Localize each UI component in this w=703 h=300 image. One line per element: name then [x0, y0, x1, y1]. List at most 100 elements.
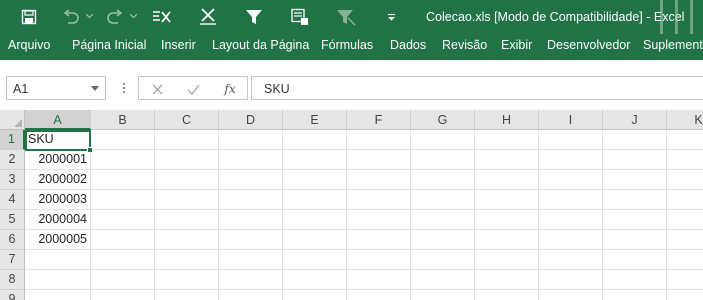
tab-suplementos[interactable]: Suplemento	[643, 38, 703, 52]
cell-i6[interactable]	[539, 230, 603, 250]
row-header-8[interactable]: 8	[0, 270, 25, 290]
cell-j9[interactable]	[603, 290, 667, 300]
cell-d7[interactable]	[219, 250, 283, 270]
cell-h3[interactable]	[475, 170, 539, 190]
undo-dropdown-icon[interactable]	[86, 12, 93, 19]
cell-b7[interactable]	[91, 250, 155, 270]
tab-revisao[interactable]: Revisão	[442, 38, 487, 52]
cell-f7[interactable]	[347, 250, 411, 270]
row-header-1[interactable]: 1	[0, 130, 25, 150]
form-icon[interactable]	[288, 6, 312, 28]
column-header-i[interactable]: I	[539, 110, 603, 130]
cell-k8[interactable]	[667, 270, 703, 290]
column-header-b[interactable]: B	[91, 110, 155, 130]
redo-icon[interactable]	[104, 6, 126, 28]
cell-e2[interactable]	[283, 150, 347, 170]
row-header-3[interactable]: 3	[0, 170, 25, 190]
cell-f6[interactable]	[347, 230, 411, 250]
cell-j8[interactable]	[603, 270, 667, 290]
cell-j6[interactable]	[603, 230, 667, 250]
cell-c6[interactable]	[155, 230, 219, 250]
row-header-4[interactable]: 4	[0, 190, 25, 210]
cell-j3[interactable]	[603, 170, 667, 190]
cell-h6[interactable]	[475, 230, 539, 250]
column-header-k[interactable]: K	[667, 110, 703, 130]
row-header-2[interactable]: 2	[0, 150, 25, 170]
cell-j2[interactable]	[603, 150, 667, 170]
tab-inserir[interactable]: Inserir	[161, 38, 196, 52]
column-header-g[interactable]: G	[411, 110, 475, 130]
cell-g6[interactable]	[411, 230, 475, 250]
cell-e5[interactable]	[283, 210, 347, 230]
cell-g1[interactable]	[411, 130, 475, 150]
tab-dados[interactable]: Dados	[390, 38, 426, 52]
cell-d6[interactable]	[219, 230, 283, 250]
cell-h4[interactable]	[475, 190, 539, 210]
cell-k9[interactable]	[667, 290, 703, 300]
cell-j4[interactable]	[603, 190, 667, 210]
tab-formulas[interactable]: Fórmulas	[321, 38, 373, 52]
tab-layout-da-pagina[interactable]: Layout da Página	[212, 38, 309, 52]
cell-b4[interactable]	[91, 190, 155, 210]
cell-c9[interactable]	[155, 290, 219, 300]
cell-e3[interactable]	[283, 170, 347, 190]
cell-c8[interactable]	[155, 270, 219, 290]
column-header-d[interactable]: D	[219, 110, 283, 130]
cell-j5[interactable]	[603, 210, 667, 230]
cell-b5[interactable]	[91, 210, 155, 230]
row-header-5[interactable]: 5	[0, 210, 25, 230]
formula-input[interactable]: SKU	[251, 76, 703, 100]
cell-k4[interactable]	[667, 190, 703, 210]
clear-filter-icon[interactable]	[150, 6, 174, 28]
filter-icon[interactable]	[242, 6, 266, 28]
cell-d4[interactable]	[219, 190, 283, 210]
filter-disabled-icon[interactable]	[334, 6, 358, 28]
cell-f8[interactable]	[347, 270, 411, 290]
cell-e7[interactable]	[283, 250, 347, 270]
cell-g5[interactable]	[411, 210, 475, 230]
cell-h5[interactable]	[475, 210, 539, 230]
cell-a2[interactable]: 2000001	[25, 150, 91, 170]
cell-d3[interactable]	[219, 170, 283, 190]
cell-h1[interactable]	[475, 130, 539, 150]
tab-pagina-inicial[interactable]: Página Inicial	[72, 38, 146, 52]
row-header-6[interactable]: 6	[0, 230, 25, 250]
cell-f9[interactable]	[347, 290, 411, 300]
cell-g9[interactable]	[411, 290, 475, 300]
cell-g2[interactable]	[411, 150, 475, 170]
cell-a6[interactable]: 2000005	[25, 230, 91, 250]
cell-d5[interactable]	[219, 210, 283, 230]
cell-f5[interactable]	[347, 210, 411, 230]
cell-a4[interactable]: 2000003	[25, 190, 91, 210]
cell-i2[interactable]	[539, 150, 603, 170]
cell-e4[interactable]	[283, 190, 347, 210]
cell-e8[interactable]	[283, 270, 347, 290]
cell-k6[interactable]	[667, 230, 703, 250]
advanced-filter-icon[interactable]	[196, 6, 220, 28]
cell-c3[interactable]	[155, 170, 219, 190]
cell-a1[interactable]: SKU	[25, 130, 91, 150]
cell-a3[interactable]: 2000002	[25, 170, 91, 190]
cell-h7[interactable]	[475, 250, 539, 270]
cell-c7[interactable]	[155, 250, 219, 270]
cell-e9[interactable]	[283, 290, 347, 300]
tab-exibir[interactable]: Exibir	[501, 38, 532, 52]
cell-j1[interactable]	[603, 130, 667, 150]
cell-i9[interactable]	[539, 290, 603, 300]
enter-icon[interactable]	[185, 81, 201, 97]
redo-dropdown-icon[interactable]	[130, 12, 137, 19]
tab-arquivo[interactable]: Arquivo	[8, 38, 50, 52]
cell-i1[interactable]	[539, 130, 603, 150]
cell-i7[interactable]	[539, 250, 603, 270]
cell-h2[interactable]	[475, 150, 539, 170]
cell-j7[interactable]	[603, 250, 667, 270]
cell-h8[interactable]	[475, 270, 539, 290]
row-header-7[interactable]: 7	[0, 250, 25, 270]
cell-a8[interactable]	[25, 270, 91, 290]
cell-f2[interactable]	[347, 150, 411, 170]
cell-c4[interactable]	[155, 190, 219, 210]
cell-c1[interactable]	[155, 130, 219, 150]
cell-i4[interactable]	[539, 190, 603, 210]
cell-g7[interactable]	[411, 250, 475, 270]
save-icon[interactable]	[18, 6, 40, 28]
